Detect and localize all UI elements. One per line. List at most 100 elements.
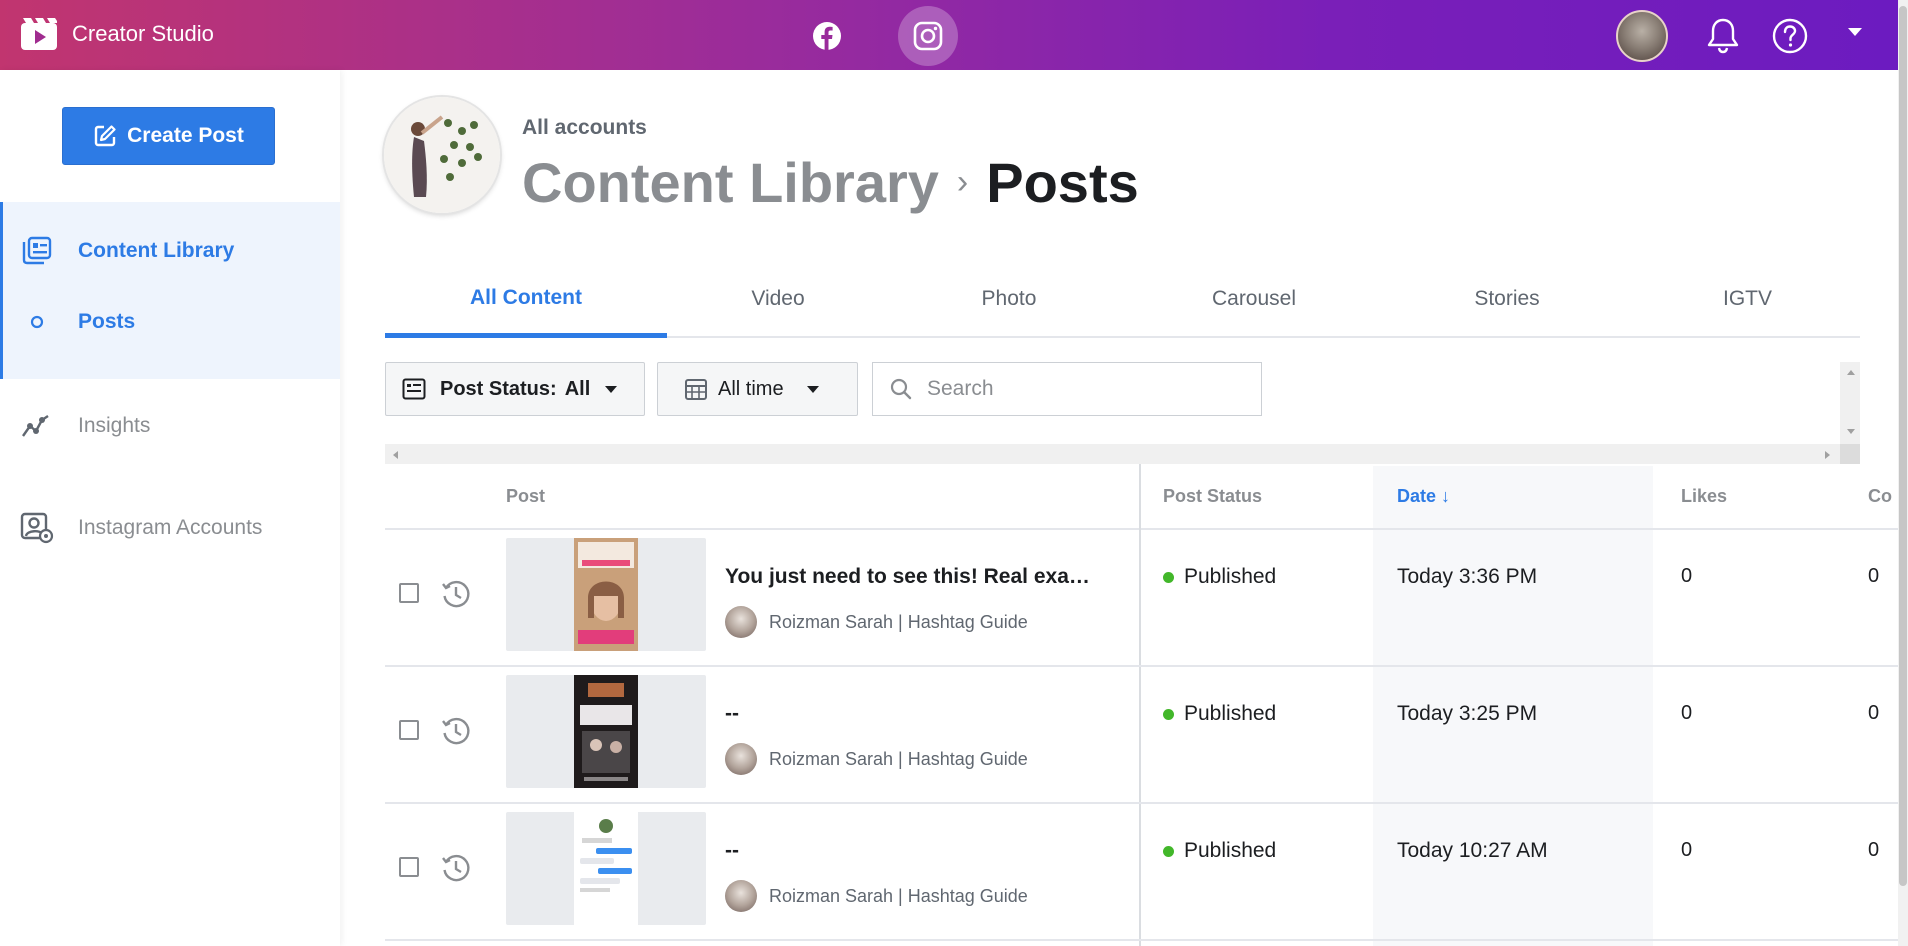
post-title[interactable]: -- [725, 702, 739, 726]
post-thumbnail[interactable] [506, 675, 706, 788]
sidebar-item-label: Content Library [78, 239, 235, 262]
author-name: Roizman Sarah | Hashtag Guide [769, 748, 1028, 769]
help-icon[interactable] [1771, 17, 1809, 55]
filter-horizontal-scrollbar[interactable] [385, 444, 1840, 464]
user-avatar[interactable] [1616, 10, 1668, 62]
filter-vertical-scrollbar[interactable] [1840, 362, 1860, 444]
caret-down-icon[interactable] [1846, 26, 1864, 38]
published-dot-icon [1163, 571, 1174, 583]
create-post-button[interactable]: Create Post [62, 107, 275, 165]
breadcrumb: Content Library › Posts [522, 150, 1139, 215]
history-icon[interactable] [440, 852, 472, 884]
author-avatar [725, 743, 757, 775]
facebook-tab[interactable] [797, 6, 857, 66]
tab-igtv[interactable]: IGTV [1635, 262, 1860, 336]
post-likes: 0 [1681, 565, 1693, 587]
tab-carousel[interactable]: Carousel [1129, 262, 1379, 336]
published-dot-icon [1163, 708, 1174, 720]
post-date: Today 3:25 PM [1397, 702, 1538, 725]
status-badge: Published [1163, 702, 1276, 726]
instagram-icon [913, 21, 943, 51]
date-range-filter[interactable]: All time [657, 362, 858, 416]
post-date: Today 10:27 AM [1397, 839, 1548, 862]
row-checkbox[interactable] [399, 857, 419, 877]
post-thumbnail[interactable] [506, 812, 706, 925]
author-avatar [725, 606, 757, 638]
post-author: Roizman Sarah | Hashtag Guide [725, 880, 1028, 912]
column-comments[interactable]: Co [1868, 464, 1892, 528]
post-status-filter[interactable]: Post Status: All [385, 362, 645, 416]
page-title: Posts [986, 151, 1139, 214]
tab-all-content[interactable]: All Content [385, 262, 667, 338]
status-text: Published [1184, 702, 1277, 725]
author-name: Roizman Sarah | Hashtag Guide [769, 611, 1028, 632]
table-row[interactable]: -- Roizman Sarah | Hashtag Guide Publish… [385, 665, 1898, 804]
search-placeholder: Search [927, 377, 994, 400]
content-library-icon [20, 236, 56, 266]
table-row[interactable]: You just need to see this! Real exa… Roi… [385, 528, 1898, 667]
facebook-icon [813, 22, 841, 50]
breadcrumb-separator: › [956, 163, 969, 201]
column-post[interactable]: Post [506, 464, 545, 528]
tab-photo[interactable]: Photo [889, 262, 1129, 336]
row-checkbox[interactable] [399, 583, 419, 603]
tab-video[interactable]: Video [667, 262, 889, 336]
sidebar-item-instagram-accounts[interactable]: Instagram Accounts [20, 512, 262, 544]
post-status-label: Post Status: [440, 377, 557, 400]
circle-icon [30, 315, 44, 329]
insights-icon [20, 412, 56, 440]
brand[interactable]: Creator Studio [20, 17, 214, 51]
sidebar: Create Post Content Library Posts Insigh… [0, 70, 340, 946]
sidebar-item-posts[interactable]: Posts [30, 310, 135, 334]
post-comments: 0 [1868, 839, 1880, 861]
column-post-status[interactable]: Post Status [1163, 464, 1262, 528]
post-status-value: All [564, 377, 591, 400]
post-comments: 0 [1868, 702, 1880, 724]
sidebar-item-content-library[interactable]: Content Library [20, 236, 234, 266]
page-scrollbar[interactable] [1898, 0, 1908, 946]
status-text: Published [1184, 839, 1277, 862]
published-dot-icon [1163, 845, 1174, 857]
post-author: Roizman Sarah | Hashtag Guide [725, 606, 1028, 638]
post-title[interactable]: You just need to see this! Real exa… [725, 565, 1090, 589]
content-tabs: All Content Video Photo Carousel Stories… [385, 262, 1860, 338]
post-thumbnail[interactable] [506, 538, 706, 651]
search-input[interactable]: Search [872, 362, 1262, 416]
status-filter-icon [402, 378, 426, 400]
post-title[interactable]: -- [725, 839, 739, 863]
search-icon [890, 378, 912, 400]
instagram-tab[interactable] [898, 6, 958, 66]
history-icon[interactable] [440, 715, 472, 747]
column-likes[interactable]: Likes [1681, 464, 1727, 528]
author-name: Roizman Sarah | Hashtag Guide [769, 885, 1028, 906]
breadcrumb-parent[interactable]: Content Library [522, 150, 939, 215]
history-icon[interactable] [440, 578, 472, 610]
page-scrollbar-thumb[interactable] [1899, 6, 1907, 886]
arrow-up-icon [1847, 370, 1855, 375]
account-selector[interactable]: All accounts [522, 116, 647, 140]
sidebar-item-insights[interactable]: Insights [20, 412, 150, 440]
sidebar-item-label: Posts [78, 310, 136, 333]
bell-icon[interactable] [1706, 17, 1740, 55]
sidebar-item-label: Insights [78, 414, 151, 437]
column-date[interactable]: Date ↓ [1397, 464, 1450, 528]
app-title: Creator Studio [72, 21, 214, 46]
chevron-down-icon [605, 386, 618, 393]
sidebar-item-label: Instagram Accounts [78, 516, 263, 539]
nav-active-group [0, 202, 340, 379]
post-author: Roizman Sarah | Hashtag Guide [725, 743, 1028, 775]
post-comments: 0 [1868, 565, 1880, 587]
accounts-icon [20, 512, 56, 544]
tab-stories[interactable]: Stories [1379, 262, 1635, 336]
chevron-down-icon [806, 386, 819, 393]
account-avatar[interactable] [384, 97, 500, 213]
filter-bar: Post Status: All All time Search [385, 362, 1860, 464]
calendar-icon [685, 379, 707, 400]
table-row[interactable]: -- Roizman Sarah | Hashtag Guide Publish… [385, 802, 1898, 941]
post-likes: 0 [1681, 839, 1693, 861]
create-post-label: Create Post [127, 124, 244, 147]
row-checkbox[interactable] [399, 720, 419, 740]
status-text: Published [1184, 565, 1277, 588]
arrow-right-icon [1825, 451, 1830, 459]
creator-studio-logo-icon [21, 18, 57, 50]
